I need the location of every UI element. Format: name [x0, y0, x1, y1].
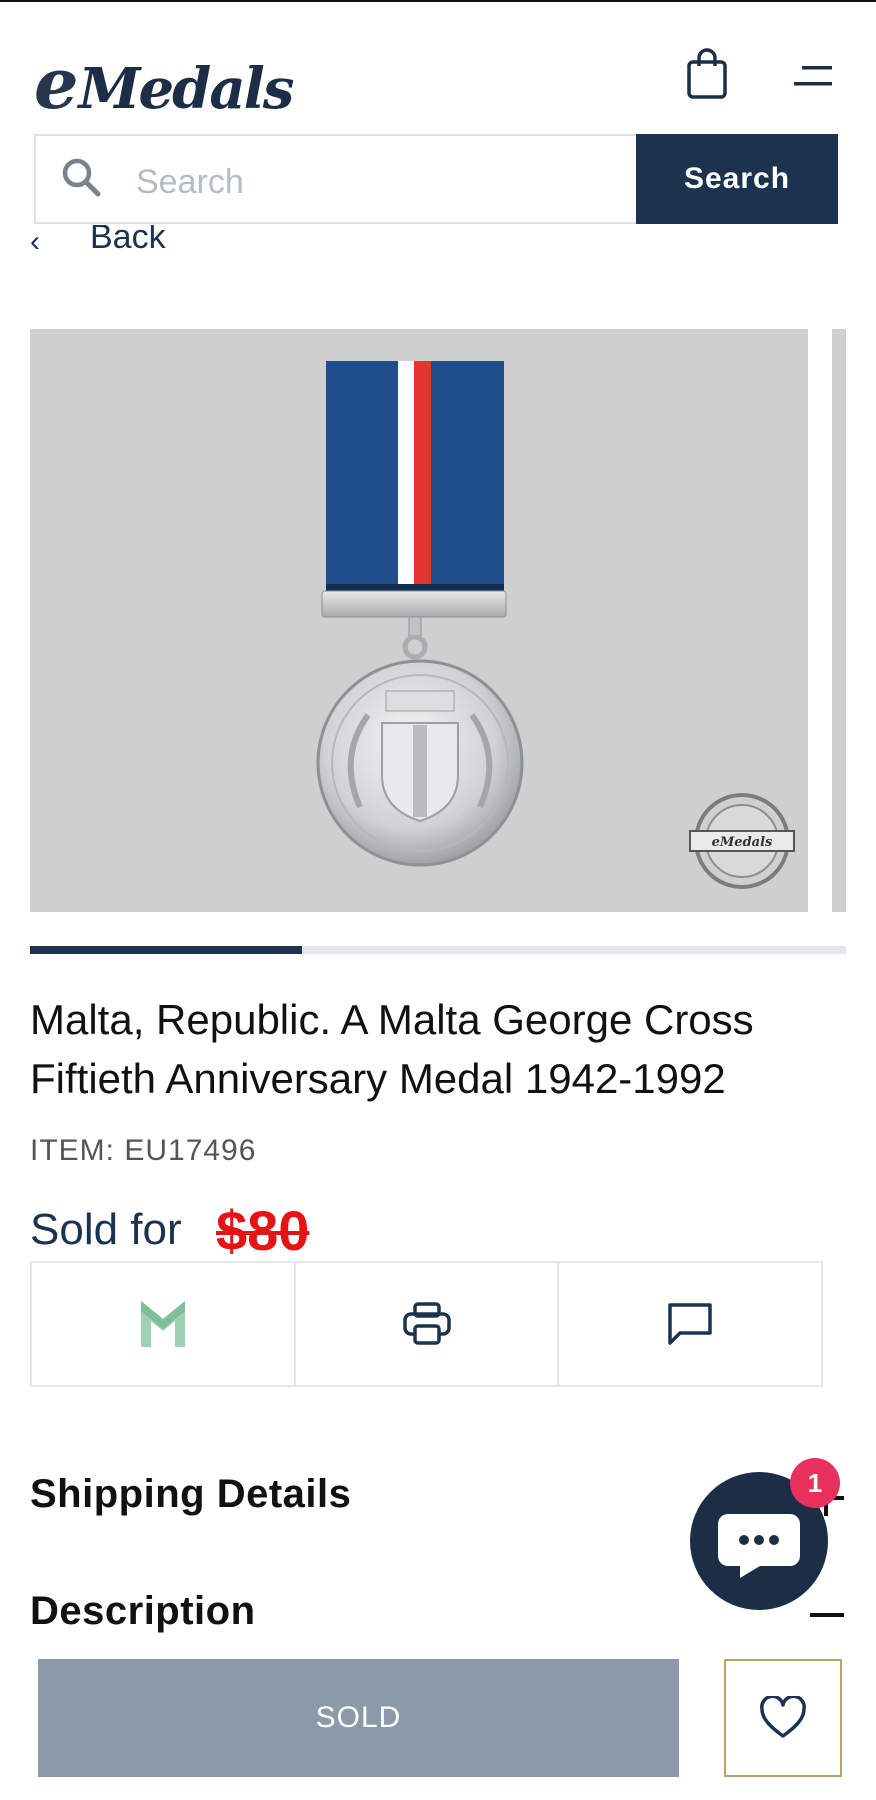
message-icon: [668, 1303, 712, 1345]
search-button[interactable]: Search: [636, 134, 838, 224]
item-number: ITEM: EU17496: [30, 1134, 257, 1167]
sold-for-label: Sold for: [30, 1205, 182, 1254]
cart-button[interactable]: [686, 48, 728, 100]
next-image-preview[interactable]: [832, 329, 846, 912]
print-button[interactable]: [296, 1263, 560, 1385]
menu-button[interactable]: [792, 62, 834, 92]
carousel-progress: [30, 946, 846, 954]
product-title: Malta, Republic. A Malta George Cross Fi…: [30, 996, 754, 1102]
action-buttons: [30, 1261, 823, 1387]
minus-icon[interactable]: [810, 1613, 844, 1617]
chevron-left-icon: ‹: [30, 225, 40, 258]
shopping-bag-icon: [687, 48, 727, 99]
product-image: eMedals: [30, 329, 808, 912]
sold-button[interactable]: SOLD: [38, 1659, 679, 1777]
chat-notification-badge: 1: [790, 1458, 840, 1508]
search-input[interactable]: [134, 146, 628, 218]
carousel-progress-fill: [30, 946, 302, 954]
sold-price: $80: [216, 1199, 310, 1262]
search-icon: [62, 158, 101, 197]
description-toggle[interactable]: Description: [30, 1589, 256, 1634]
svg-text:eMedals: eMedals: [712, 835, 773, 850]
medal-brand-button[interactable]: [32, 1263, 296, 1385]
emedals-logo[interactable]: eMedals: [34, 42, 294, 125]
message-button[interactable]: [559, 1263, 821, 1385]
shipping-details-toggle[interactable]: Shipping Details: [30, 1472, 351, 1517]
hamburger-menu-icon: [794, 66, 832, 86]
back-link[interactable]: ‹ Back: [30, 225, 166, 265]
top-border: [0, 0, 876, 2]
wishlist-button[interactable]: [724, 1659, 842, 1777]
heart-icon: [760, 1696, 806, 1738]
medal-brand-icon: [140, 1301, 185, 1347]
print-icon: [402, 1302, 451, 1345]
product-image-carousel[interactable]: eMedals: [30, 329, 808, 912]
